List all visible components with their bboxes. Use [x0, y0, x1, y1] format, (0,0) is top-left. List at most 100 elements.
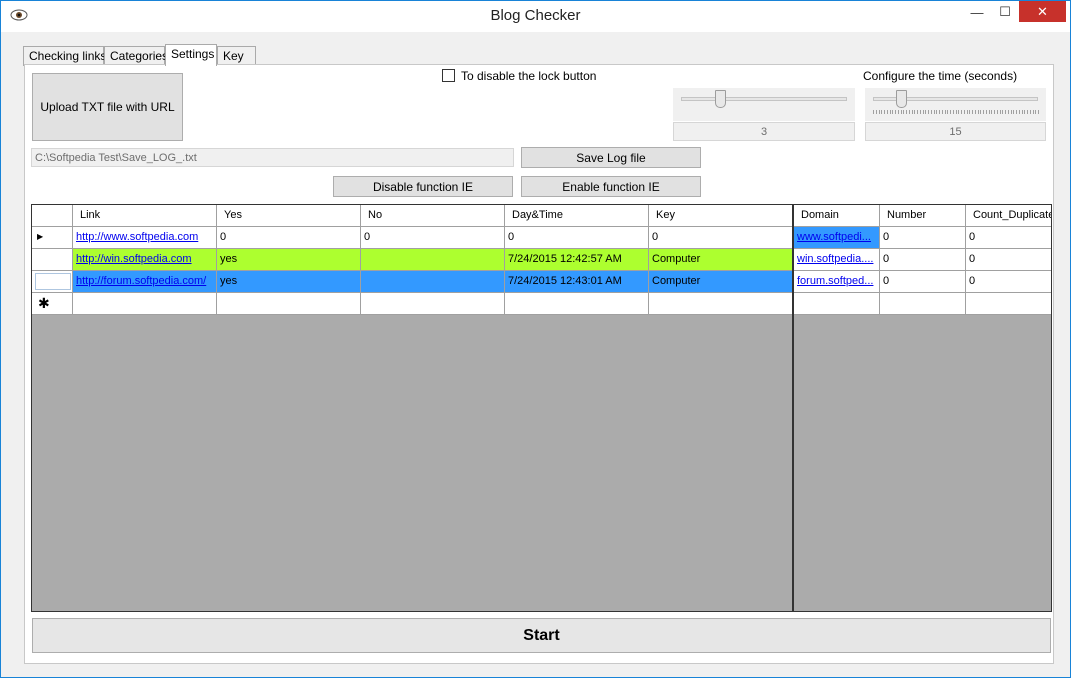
tab-categories[interactable]: Categories: [104, 46, 168, 66]
slider-tick: [986, 110, 987, 114]
cell-key[interactable]: 0: [649, 227, 792, 249]
cell-count[interactable]: 0: [966, 227, 1051, 249]
cell-count[interactable]: 0: [966, 249, 1051, 271]
slider-tick: [950, 110, 951, 114]
cell-link[interactable]: http://win.softpedia.com: [73, 249, 217, 271]
cell-no[interactable]: [361, 249, 505, 271]
minimize-button[interactable]: —: [963, 1, 991, 23]
domain-grid[interactable]: Domain Number Count_Duplicate www.softpe…: [793, 204, 1052, 612]
cell-daytime[interactable]: 0: [505, 227, 649, 249]
cell-link[interactable]: http://forum.softpedia.com/: [73, 271, 217, 293]
upload-txt-button[interactable]: Upload TXT file with URL: [32, 73, 183, 141]
tab-settings[interactable]: Settings: [165, 44, 217, 66]
cell-yes[interactable]: 0: [217, 227, 361, 249]
cell-number[interactable]: 0: [880, 249, 966, 271]
slider-tick: [1033, 110, 1034, 114]
close-button[interactable]: ✕: [1019, 1, 1066, 22]
cell-key[interactable]: [649, 293, 792, 315]
column-header-yes[interactable]: Yes: [217, 205, 361, 227]
enable-ie-button[interactable]: Enable function IE: [521, 176, 701, 197]
new-row-icon[interactable]: ✱: [32, 293, 73, 315]
cell-number[interactable]: 0: [880, 227, 966, 249]
cell-number[interactable]: [880, 293, 966, 315]
cell-daytime[interactable]: 7/24/2015 12:42:57 AM: [505, 249, 649, 271]
table-row[interactable]: ▶ http://www.softpedia.com 0 0 0 0: [32, 227, 792, 249]
table-row[interactable]: http://win.softpedia.com yes 7/24/2015 1…: [32, 249, 792, 271]
cell-daytime[interactable]: 7/24/2015 12:43:01 AM: [505, 271, 649, 293]
cell-domain[interactable]: www.softpedi...: [794, 227, 880, 249]
save-log-button[interactable]: Save Log file: [521, 147, 701, 168]
column-header-domain[interactable]: Domain: [794, 205, 880, 227]
slider-2-ticks: [873, 110, 1039, 114]
slider-tick: [892, 110, 893, 114]
slider-tick: [969, 110, 970, 114]
slider-tick: [964, 110, 965, 114]
cell-count[interactable]: 0: [966, 271, 1051, 293]
new-row[interactable]: ✱: [32, 293, 792, 315]
table-row[interactable]: win.softpedia.... 0 0: [794, 249, 1051, 271]
slider-1-thumb[interactable]: [715, 90, 726, 108]
cell-key[interactable]: Computer: [649, 271, 792, 293]
slider-tick: [1035, 110, 1036, 114]
slider-tick: [898, 110, 899, 114]
cell-yes[interactable]: [217, 293, 361, 315]
cell-domain[interactable]: win.softpedia....: [794, 249, 880, 271]
grid-header-row: Link Yes No Day&Time Key: [32, 205, 792, 227]
cell-daytime[interactable]: [505, 293, 649, 315]
maximize-button[interactable]: ☐: [991, 1, 1019, 23]
slider-tick: [1008, 110, 1009, 114]
slider-tick: [890, 110, 891, 114]
cell-link[interactable]: [73, 293, 217, 315]
row-header[interactable]: [32, 271, 73, 293]
disable-lock-checkbox[interactable]: [442, 69, 455, 82]
row-header[interactable]: [32, 249, 73, 271]
new-row[interactable]: [794, 293, 1051, 315]
slider-1[interactable]: [673, 88, 855, 121]
slider-tick: [939, 110, 940, 114]
slider-tick: [873, 110, 874, 114]
table-row[interactable]: www.softpedi... 0 0: [794, 227, 1051, 249]
table-row[interactable]: forum.softped... 0 0: [794, 271, 1051, 293]
slider-tick: [983, 110, 984, 114]
tab-key[interactable]: Key: [217, 46, 256, 66]
column-header-link[interactable]: Link: [73, 205, 217, 227]
disable-lock-label[interactable]: To disable the lock button: [461, 69, 596, 83]
table-row[interactable]: http://forum.softpedia.com/ yes 7/24/201…: [32, 271, 792, 293]
current-row-icon[interactable]: ▶: [32, 227, 73, 249]
cell-yes[interactable]: yes: [217, 249, 361, 271]
slider-2-thumb[interactable]: [896, 90, 907, 108]
cell-yes[interactable]: yes: [217, 271, 361, 293]
results-grid[interactable]: Link Yes No Day&Time Key ▶ http://www.so…: [31, 204, 793, 612]
slider-2[interactable]: [865, 88, 1046, 121]
column-header-number[interactable]: Number: [880, 205, 966, 227]
cell-link[interactable]: http://www.softpedia.com: [73, 227, 217, 249]
cell-no[interactable]: [361, 293, 505, 315]
cell-domain[interactable]: [794, 293, 880, 315]
cell-domain[interactable]: forum.softped...: [794, 271, 880, 293]
title-bar: Blog Checker — ☐ ✕: [1, 1, 1070, 32]
disable-ie-button[interactable]: Disable function IE: [333, 176, 513, 197]
slider-tick: [1005, 110, 1006, 114]
start-button[interactable]: Start: [32, 618, 1051, 653]
slider-tick: [903, 110, 904, 114]
slider-1-track[interactable]: [681, 97, 847, 101]
column-header-count-duplicate[interactable]: Count_Duplicate: [966, 205, 1051, 227]
slider-tick: [947, 110, 948, 114]
slider-tick: [1027, 110, 1028, 114]
slider-tick: [1030, 110, 1031, 114]
column-header-no[interactable]: No: [361, 205, 505, 227]
slider-tick: [1016, 110, 1017, 114]
slider-tick: [980, 110, 981, 114]
log-path-input[interactable]: [31, 148, 514, 167]
slider-tick: [914, 110, 915, 114]
column-header-key[interactable]: Key: [649, 205, 792, 227]
slider-tick: [879, 110, 880, 114]
slider-tick: [978, 110, 979, 114]
cell-key[interactable]: Computer: [649, 249, 792, 271]
cell-count[interactable]: [966, 293, 1051, 315]
tab-checking-links[interactable]: Checking links: [23, 46, 106, 66]
column-header-daytime[interactable]: Day&Time: [505, 205, 649, 227]
cell-no[interactable]: [361, 271, 505, 293]
cell-no[interactable]: 0: [361, 227, 505, 249]
cell-number[interactable]: 0: [880, 271, 966, 293]
